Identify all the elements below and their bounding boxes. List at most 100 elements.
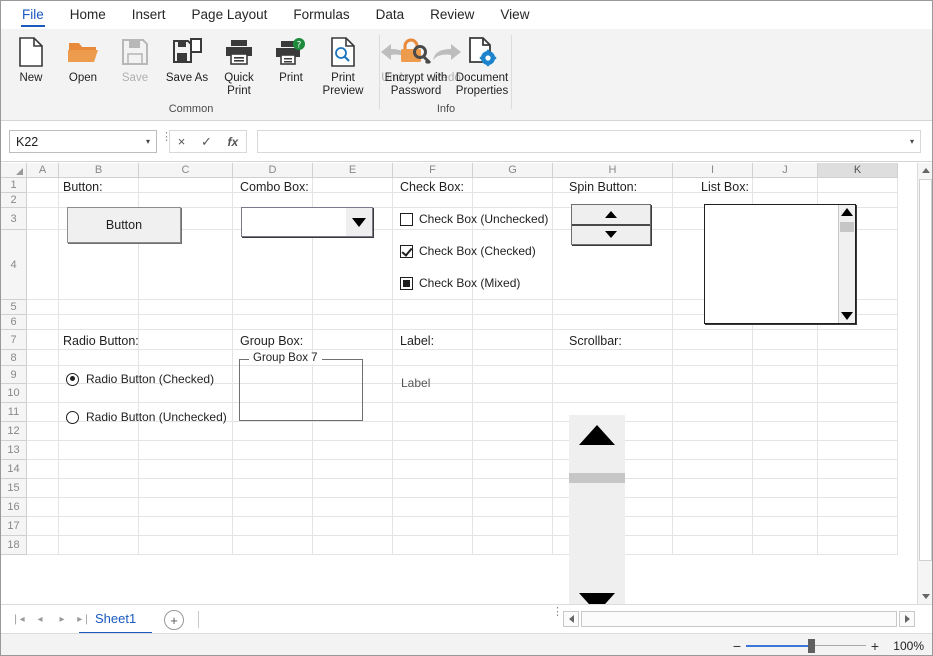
grid-cell[interactable] bbox=[473, 300, 553, 315]
sheet-horizontal-scrollbar-thumb[interactable] bbox=[581, 611, 897, 627]
grid-cell[interactable] bbox=[233, 536, 313, 555]
grid-cell[interactable] bbox=[27, 384, 59, 403]
grid-cell[interactable] bbox=[473, 517, 553, 536]
ribbon-tab-file[interactable]: File bbox=[9, 3, 57, 27]
column-header-G[interactable]: G bbox=[473, 163, 553, 178]
grid-cell[interactable] bbox=[818, 330, 898, 350]
grid-cell[interactable] bbox=[673, 536, 753, 555]
column-header-A[interactable]: A bbox=[27, 163, 59, 178]
ribbon-tab-page-layout[interactable]: Page Layout bbox=[179, 3, 281, 27]
vscroll-down-button[interactable] bbox=[579, 593, 615, 604]
grid-cell[interactable] bbox=[27, 441, 59, 460]
row-header-9[interactable]: 9 bbox=[1, 366, 27, 384]
grid-cell[interactable] bbox=[473, 366, 553, 384]
grid-cell[interactable] bbox=[753, 536, 818, 555]
grid-cell[interactable] bbox=[313, 230, 393, 300]
row-header-3[interactable]: 3 bbox=[1, 208, 27, 230]
select-all-corner[interactable] bbox=[1, 163, 27, 178]
grid-cell[interactable] bbox=[59, 193, 139, 208]
add-sheet-button[interactable]: + bbox=[164, 610, 184, 630]
grid-cell[interactable] bbox=[233, 193, 313, 208]
row-header-11[interactable]: 11 bbox=[1, 403, 27, 422]
triangle-down-icon[interactable] bbox=[841, 312, 853, 320]
column-header-B[interactable]: B bbox=[59, 163, 139, 178]
grid-cell[interactable] bbox=[233, 441, 313, 460]
grid-cell[interactable] bbox=[313, 517, 393, 536]
grid-cell[interactable] bbox=[27, 403, 59, 422]
grid-cell[interactable] bbox=[313, 315, 393, 330]
grid-cell[interactable] bbox=[59, 384, 139, 403]
ribbon-tab-home[interactable]: Home bbox=[57, 3, 119, 27]
grid-cell[interactable] bbox=[313, 178, 393, 193]
grid-cell[interactable] bbox=[27, 315, 59, 330]
grid-cell[interactable] bbox=[753, 366, 818, 384]
sheet-vertical-scrollbar[interactable] bbox=[917, 163, 932, 604]
grid-cell[interactable] bbox=[313, 330, 393, 350]
column-header-J[interactable]: J bbox=[753, 163, 818, 178]
list-box-scrollbar-thumb[interactable] bbox=[840, 222, 854, 232]
grid-cell[interactable] bbox=[27, 300, 59, 315]
grid-cell[interactable] bbox=[673, 517, 753, 536]
first-sheet-icon[interactable]: ❘◂ bbox=[7, 614, 29, 625]
ribbon-button-save-as[interactable]: Save As bbox=[161, 29, 213, 99]
form-control-list-box[interactable] bbox=[704, 204, 856, 324]
form-control-radio-button-unchecked[interactable]: Radio Button (Unchecked) bbox=[66, 410, 227, 424]
grid-cell[interactable] bbox=[818, 403, 898, 422]
grid-cell[interactable] bbox=[673, 422, 753, 441]
ribbon-tab-view[interactable]: View bbox=[487, 3, 542, 27]
grid-cell[interactable] bbox=[393, 300, 473, 315]
ribbon-button-document-properties[interactable]: Document Properties bbox=[449, 29, 515, 99]
grid-cell[interactable] bbox=[59, 536, 139, 555]
grid-cell[interactable] bbox=[818, 350, 898, 366]
formula-input[interactable]: ▾ bbox=[257, 130, 921, 153]
grid-cell[interactable] bbox=[233, 230, 313, 300]
ribbon-button-save[interactable]: Save bbox=[109, 29, 161, 99]
grid-cell[interactable] bbox=[233, 315, 313, 330]
zoom-level-label[interactable]: 100% bbox=[884, 639, 926, 653]
grid-cell[interactable] bbox=[818, 536, 898, 555]
form-control-check-box-checked[interactable]: Check Box (Checked) bbox=[400, 244, 536, 258]
grid-cell[interactable] bbox=[313, 460, 393, 479]
row-header-14[interactable]: 14 bbox=[1, 460, 27, 479]
grid-cell[interactable] bbox=[753, 479, 818, 498]
ribbon-tab-review[interactable]: Review bbox=[417, 3, 487, 27]
grid-cell[interactable] bbox=[233, 460, 313, 479]
ribbon-button-print[interactable]: ? Print bbox=[265, 29, 317, 99]
spin-button-up[interactable] bbox=[572, 205, 650, 226]
grid-cell[interactable] bbox=[139, 300, 233, 315]
grid-cell[interactable] bbox=[139, 384, 233, 403]
row-header-7[interactable]: 7 bbox=[1, 330, 27, 350]
grid-cell[interactable] bbox=[393, 350, 473, 366]
zoom-slider[interactable] bbox=[746, 634, 866, 656]
grid-cell[interactable] bbox=[818, 498, 898, 517]
grid-cell[interactable] bbox=[673, 384, 753, 403]
grid-cell[interactable] bbox=[673, 498, 753, 517]
grid-cell[interactable] bbox=[753, 403, 818, 422]
row-header-13[interactable]: 13 bbox=[1, 441, 27, 460]
grid-cell[interactable] bbox=[139, 315, 233, 330]
row-header-2[interactable]: 2 bbox=[1, 193, 27, 208]
grid-cell[interactable] bbox=[393, 517, 473, 536]
grid-cell[interactable] bbox=[393, 315, 473, 330]
grid-cell[interactable] bbox=[753, 422, 818, 441]
grid-cell[interactable] bbox=[313, 193, 393, 208]
grid-cell[interactable] bbox=[473, 178, 553, 193]
grid-cell[interactable] bbox=[233, 517, 313, 536]
checkbox-mixed-icon[interactable] bbox=[400, 277, 413, 290]
radio-unchecked-icon[interactable] bbox=[66, 411, 79, 424]
grid-cell[interactable] bbox=[233, 422, 313, 441]
grid-cell[interactable] bbox=[473, 498, 553, 517]
zoom-slider-thumb[interactable] bbox=[808, 639, 815, 653]
formula-bar-grip[interactable]: ⋮ bbox=[161, 135, 165, 140]
sheet-horizontal-scrollbar[interactable] bbox=[563, 611, 915, 627]
column-header-D[interactable]: D bbox=[233, 163, 313, 178]
grid-cell[interactable] bbox=[473, 350, 553, 366]
grid-cell[interactable] bbox=[27, 178, 59, 193]
row-header-1[interactable]: 1 bbox=[1, 178, 27, 193]
row-header-15[interactable]: 15 bbox=[1, 479, 27, 498]
grid-cell[interactable] bbox=[473, 536, 553, 555]
vscroll-up-button[interactable] bbox=[579, 425, 615, 445]
grid-cell[interactable] bbox=[393, 193, 473, 208]
grid-cell[interactable] bbox=[27, 230, 59, 300]
grid-cell[interactable] bbox=[233, 300, 313, 315]
